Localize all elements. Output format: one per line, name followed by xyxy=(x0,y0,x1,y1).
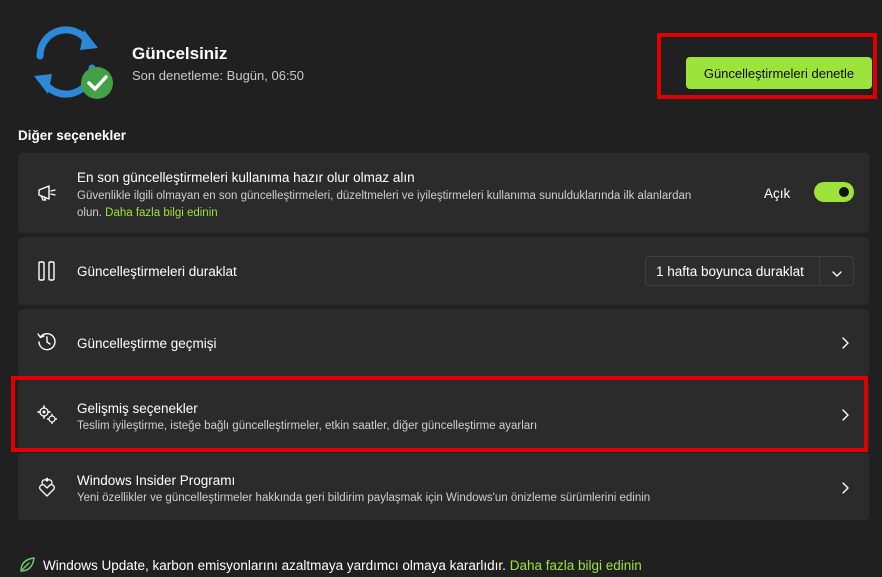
history-icon xyxy=(36,331,58,353)
card-update-history[interactable]: Güncelleştirme geçmişi xyxy=(18,309,869,376)
latest-updates-desc: Güvenlikle ilgili olmayan en son güncell… xyxy=(77,188,757,222)
card-advanced-options[interactable]: Gelişmiş seçenekler Teslim iyileştirme, … xyxy=(18,380,869,448)
latest-updates-learn-more-link[interactable]: Daha fazla bilgi edinin xyxy=(105,207,218,219)
check-updates-button[interactable]: Güncelleştirmeleri denetle xyxy=(686,57,872,89)
leaf-icon xyxy=(18,556,36,574)
footer-learn-more-link[interactable]: Daha fazla bilgi edinin xyxy=(510,558,642,573)
insider-program-desc: Yeni özellikler ve güncelleştirmeler hak… xyxy=(77,492,651,504)
card-pause-updates: Güncelleştirmeleri duraklat 1 hafta boyu… xyxy=(18,237,869,305)
sync-check-icon xyxy=(26,26,118,102)
advanced-options-desc: Teslim iyileştirme, isteğe bağlı güncell… xyxy=(77,420,538,432)
advanced-options-title: Gelişmiş seçenekler xyxy=(77,401,198,416)
section-title: Diğer seçenekler xyxy=(18,128,127,143)
pause-updates-title: Güncelleştirmeleri duraklat xyxy=(77,264,237,279)
last-checked-text: Son denetleme: Bugün, 06:50 xyxy=(132,68,305,83)
chevron-right-icon xyxy=(839,408,851,422)
status-title: Güncelsiniz xyxy=(132,44,228,63)
card-insider-program[interactable]: Windows Insider Programı Yeni özellikler… xyxy=(18,453,869,520)
footer-text: Windows Update, karbon emisyonlarını aza… xyxy=(43,557,506,573)
chevron-right-icon xyxy=(839,336,851,350)
toggle-knob xyxy=(839,187,849,197)
insider-hearts-icon xyxy=(36,476,58,498)
chevron-down-icon xyxy=(831,266,843,277)
pause-icon xyxy=(36,260,58,282)
latest-updates-desc-line1: Güvenlikle ilgili olmayan en son güncell… xyxy=(77,190,692,202)
toggle-label: Açık xyxy=(764,186,791,201)
pause-duration-value: 1 hafta boyunca duraklat xyxy=(656,264,804,279)
update-history-title: Güncelleştirme geçmişi xyxy=(77,336,217,351)
carbon-footer: Windows Update, karbon emisyonlarını aza… xyxy=(18,556,642,574)
megaphone-icon xyxy=(36,182,58,204)
dropdown-separator xyxy=(819,257,820,285)
pause-duration-dropdown[interactable]: 1 hafta boyunca duraklat xyxy=(645,256,854,286)
latest-updates-toggle[interactable] xyxy=(814,182,854,202)
chevron-right-icon xyxy=(839,481,851,495)
gears-icon xyxy=(36,403,58,425)
latest-updates-desc-line2: olun. xyxy=(77,207,106,219)
latest-updates-title: En son güncelleştirmeleri kullanıma hazı… xyxy=(77,170,415,185)
card-latest-updates: En son güncelleştirmeleri kullanıma hazı… xyxy=(18,153,869,233)
insider-program-title: Windows Insider Programı xyxy=(77,473,236,488)
